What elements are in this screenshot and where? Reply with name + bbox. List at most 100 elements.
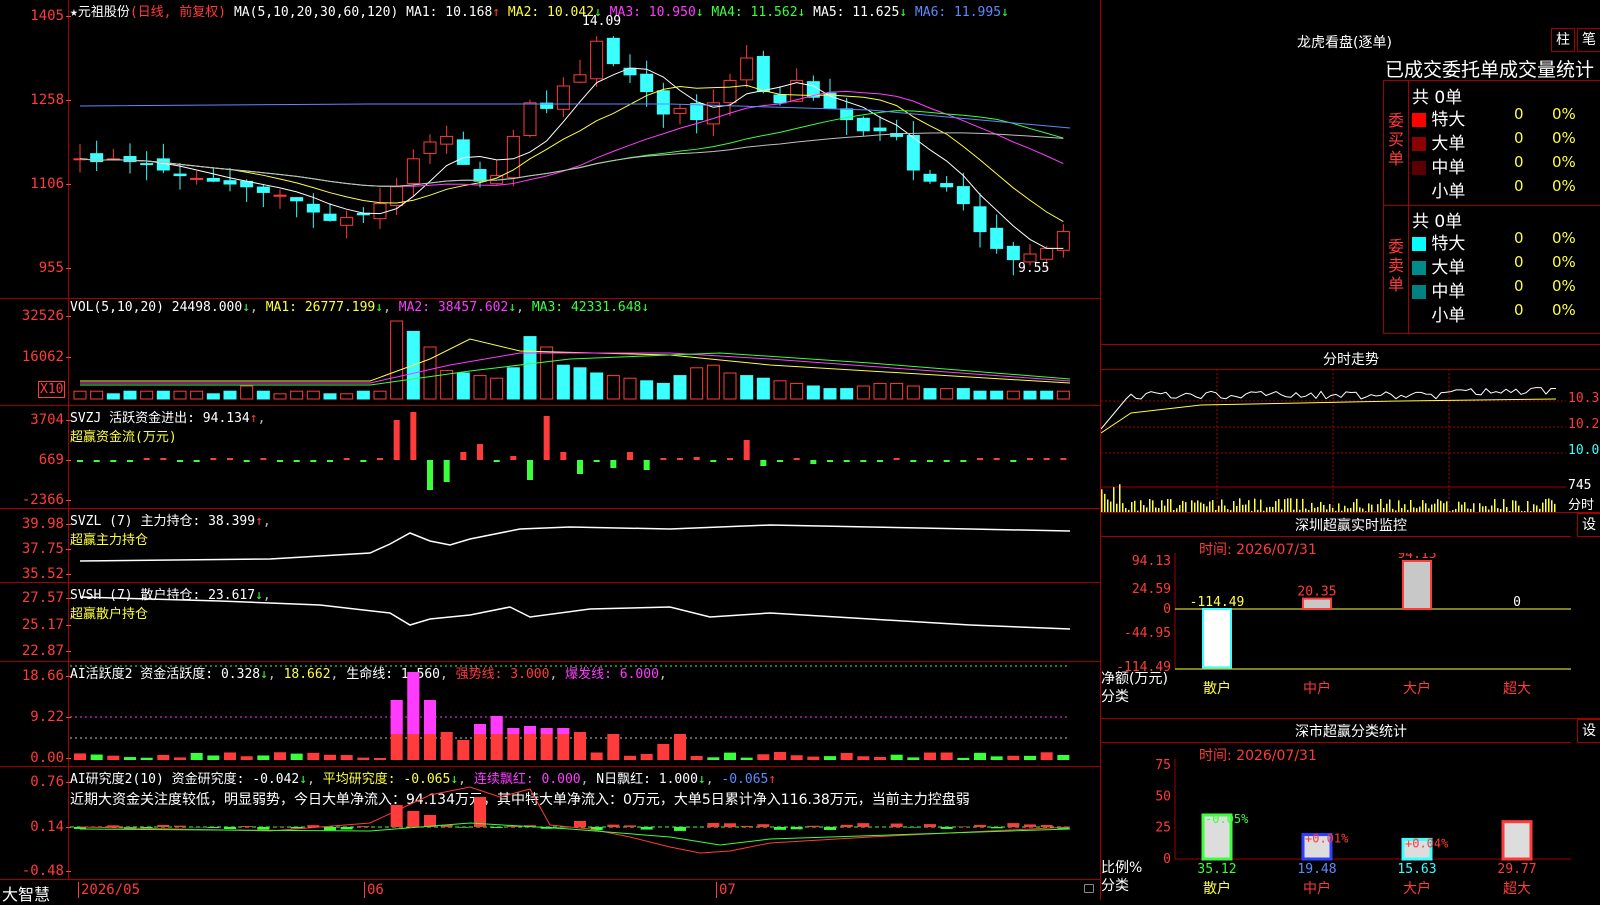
svsh-chart[interactable] (70, 583, 1100, 661)
ai-research-pane[interactable]: 0.76 0.14 -0.48 AI研究度2(10) 资金研究度: -0.042… (0, 767, 1100, 880)
holding-line (80, 525, 1070, 561)
volume-bar (141, 391, 153, 399)
volume-bar (674, 376, 686, 399)
activity-bar (374, 758, 386, 760)
intraday-chart[interactable] (1101, 369, 1566, 512)
color-swatch (1412, 237, 1426, 251)
flow-bar (794, 458, 800, 460)
flow-bar (477, 444, 483, 460)
intraday-vol-bar (1329, 504, 1331, 512)
svzj-pane[interactable]: 3704 669 -2366 SVZJ 活跃资金进出: 94.134↑, 超赢资… (0, 406, 1100, 509)
candle (757, 56, 769, 91)
svzj-axis: 3704 669 -2366 (0, 406, 69, 508)
lock-icon[interactable] (1084, 884, 1094, 893)
activity-bar (791, 755, 803, 760)
svzj-chart[interactable] (70, 406, 1100, 508)
monitor-ylabel: 净额(万元) (1101, 668, 1168, 688)
research-bar (807, 826, 819, 827)
intraday-vol-bar (1383, 508, 1385, 512)
monitor-panel[interactable]: 深圳超赢实时监控 设 时间: 2026/07/31 94.1324.590-44… (1100, 513, 1600, 719)
order-size-label: 小单 (1431, 182, 1465, 202)
price-axis: 1405 1258 1106 955 (0, 0, 69, 298)
intraday-vol-bar (1449, 511, 1451, 512)
volume-chart[interactable] (70, 299, 1100, 405)
candle (324, 214, 336, 220)
color-swatch (1412, 309, 1426, 323)
flow-bar (177, 460, 183, 462)
intraday-vol-bar (1365, 511, 1367, 512)
flow-bar (744, 440, 750, 460)
candle (1057, 232, 1069, 251)
intraday-vol-bar (1278, 499, 1280, 512)
activity-overflow (491, 716, 503, 734)
flow-bar (460, 452, 466, 460)
classify-title: 深市超赢分类统计 (1101, 721, 1600, 741)
kline-chart[interactable] (70, 0, 1100, 298)
classify-chart[interactable]: 7550250-0.05%35.12散户+0.01%19.48中户+0.04%1… (1101, 759, 1600, 900)
category-label: 中户 (1303, 680, 1331, 697)
research-bar (407, 811, 419, 827)
ratio-value: 19.48 (1297, 862, 1336, 877)
ai-activity-chart[interactable] (70, 662, 1100, 766)
svzl-pane[interactable]: 39.98 37.75 35.52 SVZL (7) 主力持仓: 38.399↑… (0, 509, 1100, 583)
price-tick: 1405 (30, 8, 64, 24)
activity-bar (957, 758, 969, 760)
research-bar (641, 827, 653, 830)
volume-bar (791, 383, 803, 399)
activity-overflow (391, 700, 403, 734)
intraday-vol-bar (1548, 498, 1550, 512)
activity-bar (591, 753, 603, 760)
intraday-vol-bar (1335, 511, 1337, 512)
intraday-vol-bar (1287, 498, 1289, 512)
intraday-vol-bar (1146, 507, 1148, 512)
order-size-label: 中单 (1431, 282, 1465, 302)
intraday-vol-bar (1356, 499, 1358, 512)
order-count: 0 (1514, 253, 1524, 271)
activity-bar (357, 758, 369, 760)
research-bar (924, 824, 936, 827)
monitor-settings-button[interactable]: 设 (1577, 513, 1600, 537)
intraday-vol-bar (1170, 499, 1172, 512)
ai-research-chart[interactable] (70, 767, 1100, 879)
activity-bar (641, 754, 653, 760)
intraday-vol-bar (1377, 504, 1379, 512)
svzl-chart[interactable] (70, 509, 1100, 582)
candle (141, 164, 153, 165)
activity-bar (107, 756, 119, 760)
candle (374, 204, 386, 219)
ai-activity-tick: 0.00 (30, 750, 64, 766)
volume-bar (491, 378, 503, 399)
order-count: 0 (1514, 301, 1524, 319)
volume-bar (1024, 391, 1036, 399)
order-pct: 0% (1552, 277, 1576, 295)
volume-bar (1041, 391, 1053, 399)
svzj-tick: 3704 (30, 412, 64, 428)
order-pct: 0% (1552, 105, 1576, 123)
flow-bar (160, 458, 166, 460)
volume-bar (607, 376, 619, 399)
flow-bar (277, 460, 283, 462)
volume-pane[interactable]: 32526 16062 X10 VOL(5,10,20) 24498.000↓,… (0, 299, 1100, 406)
flow-bar (860, 460, 866, 462)
intraday-vol-bar (1320, 502, 1322, 512)
intraday-panel[interactable]: 分时走势 10.32 10.20 10.07 745 分时 (1100, 345, 1600, 513)
intraday-vol-bar (1389, 499, 1391, 512)
research-bar (724, 823, 736, 827)
candle (307, 204, 319, 212)
intraday-vol-bar (1458, 502, 1460, 512)
activity-bar (974, 753, 986, 760)
intraday-vol-bar (1344, 506, 1346, 512)
tick-mode-button[interactable]: 笔 (1577, 28, 1600, 52)
classify-settings-button[interactable]: 设 (1577, 719, 1600, 743)
monitor-chart[interactable]: 94.1324.590-44.95-114.49-114.49散户20.35中户… (1101, 553, 1600, 718)
svsh-pane[interactable]: 27.57 25.17 22.87 SVSH (7) 散户持仓: 23.617↓… (0, 583, 1100, 662)
flow-bar (344, 458, 350, 460)
research-bar (341, 827, 353, 829)
ratio-change: +0.04% (1405, 836, 1449, 850)
bar-mode-button[interactable]: 柱 (1551, 28, 1575, 52)
ai-activity-pane[interactable]: 18.66 9.22 0.00 AI活跃度2 资金活跃度: 0.328↓, 18… (0, 662, 1100, 767)
classify-panel[interactable]: 深市超赢分类统计 设 时间: 2026/07/31 7550250-0.05%3… (1100, 719, 1600, 900)
kline-pane[interactable]: 1405 1258 1106 955 ★元祖股份(日线, 前复权) MA(5,1… (0, 0, 1100, 299)
volume-bar (257, 391, 269, 399)
activity-bar (624, 756, 636, 760)
